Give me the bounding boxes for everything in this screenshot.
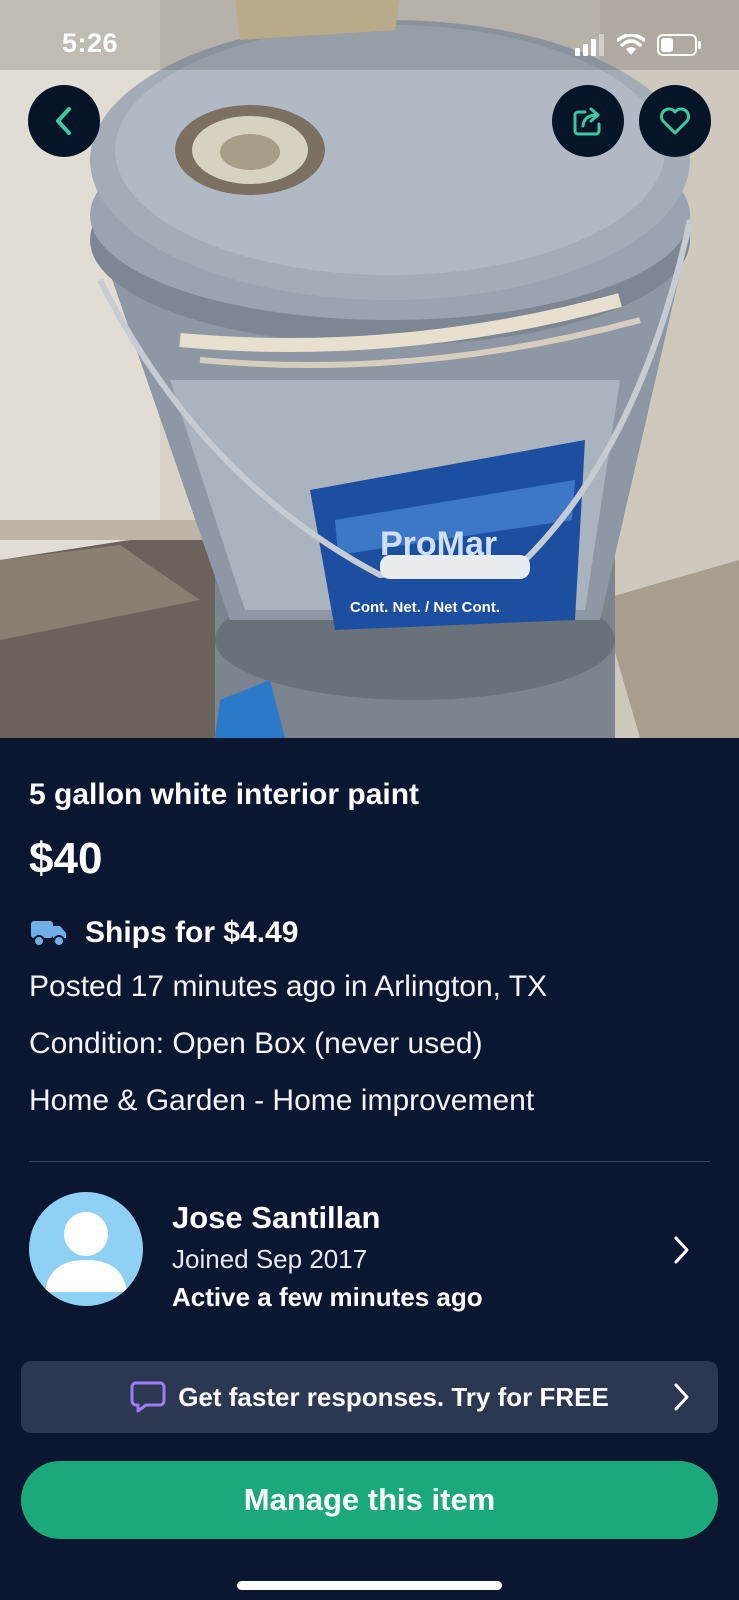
condition-info: Condition: Open Box (never used) xyxy=(29,1027,483,1060)
promo-text: Get faster responses. Try for FREE xyxy=(178,1381,609,1412)
posted-info: Posted 17 minutes ago in Arlington, TX xyxy=(29,970,548,1003)
chevron-left-icon xyxy=(56,107,71,135)
shipping-info: Ships for $4.49 xyxy=(29,913,298,953)
status-bar: 5:26 xyxy=(0,0,739,90)
promo-content: Get faster responses. Try for FREE xyxy=(21,1361,718,1433)
listing-details: 5 gallon white interior paint $40 Ships … xyxy=(0,738,739,1600)
paint-bucket-image: ProMar Cont. Net. / Net Cont. xyxy=(0,0,739,738)
svg-text:Cont. Net. / Net Cont.: Cont. Net. / Net Cont. xyxy=(350,599,500,616)
shipping-text: Ships for $4.49 xyxy=(85,916,299,949)
chevron-right-icon xyxy=(674,1236,689,1264)
battery-icon xyxy=(657,34,701,56)
user-icon xyxy=(45,1212,127,1292)
promo-banner[interactable]: Get faster responses. Try for FREE xyxy=(21,1361,718,1433)
chat-bubble-icon xyxy=(130,1381,166,1413)
seller-name: Jose Santillan xyxy=(172,1200,381,1235)
listing-photo[interactable]: ProMar Cont. Net. / Net Cont. 5:26 xyxy=(0,0,739,738)
favorite-button[interactable] xyxy=(639,85,711,157)
listing-price: $40 xyxy=(29,834,103,883)
category-info[interactable]: Home & Garden - Home improvement xyxy=(29,1084,534,1118)
wifi-icon xyxy=(617,34,645,55)
chevron-right-icon xyxy=(674,1383,689,1411)
avatar xyxy=(29,1192,143,1306)
divider xyxy=(29,1161,710,1162)
manage-item-button[interactable]: Manage this item xyxy=(21,1461,718,1539)
seller-joined: Joined Sep 2017 xyxy=(172,1244,368,1274)
seller-activity: Active a few minutes ago xyxy=(172,1282,483,1312)
listing-title: 5 gallon white interior paint xyxy=(29,778,420,811)
seller-card[interactable]: Jose Santillan Joined Sep 2017 Active a … xyxy=(29,1192,710,1312)
signal-icon xyxy=(575,34,604,56)
heart-icon xyxy=(660,107,690,135)
back-button[interactable] xyxy=(28,85,100,157)
share-button[interactable] xyxy=(552,85,624,157)
home-indicator[interactable] xyxy=(237,1581,502,1590)
share-icon xyxy=(573,107,601,136)
truck-icon xyxy=(31,921,66,947)
status-time: 5:26 xyxy=(62,28,119,58)
